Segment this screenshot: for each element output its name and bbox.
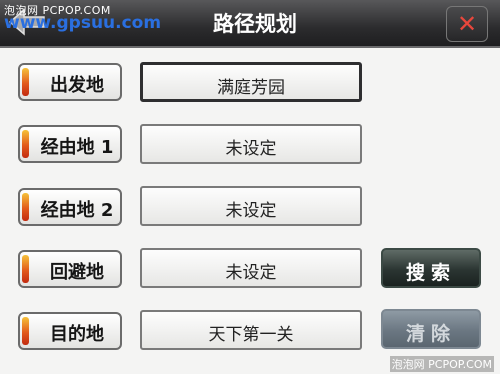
label-accent-stripe	[22, 255, 29, 283]
waypoint-2-value: 未设定	[225, 201, 277, 221]
origin-field[interactable]: 满庭芳园	[140, 62, 362, 102]
destination-label: 目的地	[50, 324, 104, 345]
clear-button-label: 清除	[405, 323, 456, 345]
page-title: 路径规划	[213, 12, 297, 36]
route-planning-screen: 泡泡网 PCPOP.COM www.gpsuu.com 路径规划 ✕ 出发地 满…	[0, 0, 500, 374]
label-accent-stripe	[22, 68, 29, 96]
title-bar: 泡泡网 PCPOP.COM www.gpsuu.com 路径规划 ✕	[0, 0, 500, 48]
destination-label-button[interactable]: 目的地	[18, 312, 122, 350]
waypoint-2-field[interactable]: 未设定	[140, 186, 362, 226]
avoid-area-label: 回避地	[50, 262, 104, 283]
watermark-top-large: www.gpsuu.com	[4, 13, 162, 33]
close-button[interactable]: ✕	[446, 6, 488, 42]
waypoint-1-value: 未设定	[225, 139, 277, 159]
avoid-area-label-button[interactable]: 回避地	[18, 250, 122, 288]
search-button-label: 搜索	[405, 262, 456, 284]
search-button[interactable]: 搜索	[381, 248, 481, 288]
waypoint-2-label-button[interactable]: 经由地 2	[18, 188, 122, 226]
waypoint-1-field[interactable]: 未设定	[140, 124, 362, 164]
origin-label: 出发地	[50, 75, 104, 96]
close-icon: ✕	[456, 10, 478, 38]
label-accent-stripe	[22, 193, 29, 221]
destination-value: 天下第一关	[208, 325, 294, 345]
origin-value: 满庭芳园	[217, 78, 285, 98]
avoid-area-value: 未设定	[225, 263, 277, 283]
label-accent-stripe	[22, 317, 29, 345]
waypoint-2-label: 经由地 2	[40, 200, 114, 221]
label-accent-stripe	[22, 130, 29, 158]
clear-button[interactable]: 清除	[381, 309, 481, 349]
waypoint-1-label-button[interactable]: 经由地 1	[18, 125, 122, 163]
avoid-area-field[interactable]: 未设定	[140, 248, 362, 288]
watermark-bottom: 泡泡网 PCPOP.COM	[389, 356, 494, 372]
origin-label-button[interactable]: 出发地	[18, 63, 122, 101]
destination-field[interactable]: 天下第一关	[140, 310, 362, 350]
waypoint-1-label: 经由地 1	[40, 137, 114, 158]
